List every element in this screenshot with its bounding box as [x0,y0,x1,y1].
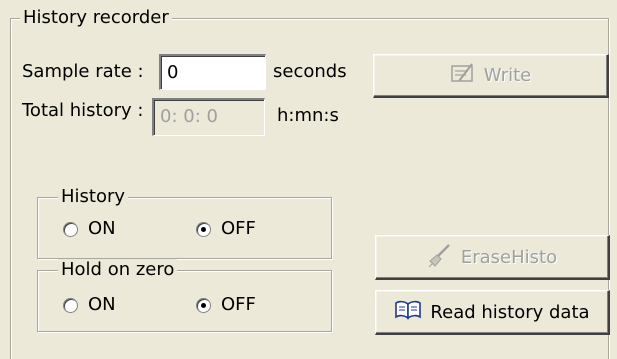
erase-histo-button-label: EraseHisto [460,246,558,268]
broom-icon [427,242,453,273]
total-history-label: Total history : [22,100,144,121]
history-group-title: History [58,186,129,208]
total-history-unit: h:mn:s [277,105,339,126]
read-history-data-button-label: Read history data [430,301,590,323]
hold-on-zero-on-label: ON [88,294,116,315]
sample-rate-label: Sample rate : [22,61,144,82]
sample-rate-unit: seconds [273,61,347,82]
hold-on-zero-off-radio-indicator [196,297,211,313]
sample-rate-input[interactable]: 0 [159,54,266,90]
history-off-label: OFF [221,218,256,239]
hold-on-zero-on-radio[interactable]: ON [63,294,116,316]
write-button-label: Write [483,65,532,86]
history-on-label: ON [88,218,116,239]
hold-on-zero-group-title: Hold on zero [58,259,178,281]
history-on-radio-indicator [63,221,78,237]
history-on-radio[interactable]: ON [63,218,116,240]
write-button[interactable]: Write [373,54,609,98]
open-book-icon [394,299,422,326]
history-recorder-title: History recorder [20,7,172,29]
hold-on-zero-off-label: OFF [221,294,256,315]
total-history-input[interactable]: 0: 0: 0 [152,98,265,136]
history-recorder-panel: { "history_recorder": { "title": "Histor… [0,0,617,359]
write-icon [450,61,476,90]
erase-histo-button[interactable]: EraseHisto [375,235,610,280]
history-off-radio[interactable]: OFF [196,218,256,240]
read-history-data-button[interactable]: Read history data [375,290,610,335]
hold-on-zero-on-radio-indicator [63,297,78,313]
history-off-radio-indicator [196,221,211,237]
hold-on-zero-off-radio[interactable]: OFF [196,294,256,316]
